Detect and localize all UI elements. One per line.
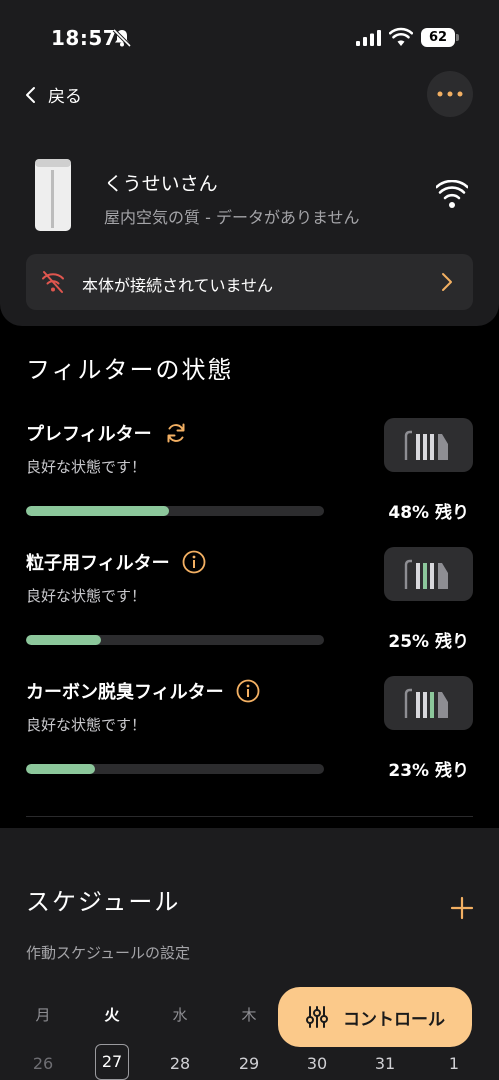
back-label: 戻る [48, 87, 82, 107]
device-name: くうせいさん [104, 173, 218, 195]
connection-warning-banner[interactable]: 本体が接続されていません [26, 254, 473, 310]
status-time: 18:57 [51, 26, 118, 50]
date-cell[interactable]: 31 [368, 1054, 402, 1073]
filter-name: 粒子用フィルター [26, 549, 206, 575]
back-button[interactable]: 戻る [24, 82, 82, 107]
filter-progress-bar [26, 506, 324, 516]
filter-thumbnail[interactable] [384, 418, 473, 472]
filter-thumbnail[interactable] [384, 676, 473, 730]
wifi-off-icon [42, 271, 64, 293]
date-cell[interactable]: 1 [437, 1054, 471, 1073]
connection-warning-text: 本体が接続されていません [82, 276, 274, 295]
more-options-button[interactable] [427, 71, 473, 117]
filter-remaining: 23% 残り [388, 761, 469, 781]
air-quality-status: 屋内空気の質 - データがありません [104, 208, 360, 227]
filter-layers-icon [404, 430, 448, 460]
date-cell[interactable]: 30 [300, 1054, 334, 1073]
section-divider [26, 816, 473, 817]
schedule-subtitle: 作動スケジュールの設定 [26, 944, 190, 962]
weekday-thu: 木 [241, 1006, 257, 1024]
control-button[interactable]: コントロール [278, 987, 472, 1047]
chevron-right-icon [442, 273, 452, 291]
add-schedule-button[interactable] [448, 894, 476, 922]
filter-pre: プレフィルター 良好な状態です！ 48% 残り [0, 418, 499, 540]
filter-status: 良好な状態です！ [26, 587, 147, 605]
filter-progress-bar [26, 764, 324, 774]
air-purifier-image [35, 159, 71, 231]
weekday-wed: 水 [172, 1006, 188, 1024]
filter-name-label: カーボン脱臭フィルター [26, 682, 224, 703]
filter-particle: 粒子用フィルター 良好な状態です！ 25% 残り [0, 547, 499, 669]
info-icon[interactable] [236, 679, 260, 703]
battery-indicator: 62 [421, 28, 459, 47]
wifi-status-icon [389, 27, 413, 46]
filter-layers-icon [404, 559, 448, 589]
filter-progress-bar [26, 635, 324, 645]
weekday-tue: 火 [104, 1006, 120, 1024]
status-bar: 18:57 62 [0, 0, 499, 60]
filter-progress-fill [26, 764, 95, 774]
wifi-icon [436, 180, 468, 208]
filter-progress-fill [26, 635, 101, 645]
filter-progress-fill [26, 506, 170, 516]
weekday-mon: 月 [35, 1006, 51, 1024]
date-cell[interactable]: 28 [163, 1054, 197, 1073]
filter-thumbnail[interactable] [384, 547, 473, 601]
filter-carbon: カーボン脱臭フィルター 良好な状態です！ 23% 残り [0, 676, 499, 798]
date-cell[interactable]: 29 [232, 1054, 266, 1073]
filter-layers-icon [404, 688, 448, 718]
refresh-icon[interactable] [164, 421, 188, 445]
more-dots-icon [437, 91, 463, 97]
filter-name: カーボン脱臭フィルター [26, 678, 260, 704]
filters-section-title: フィルターの状態 [26, 356, 234, 384]
info-icon[interactable] [182, 550, 206, 574]
device-header-card: 18:57 62 戻る くうせいさん 屋内空気の質 - データがありません 本体… [0, 0, 499, 326]
date-cell[interactable]: 26 [26, 1054, 60, 1073]
filter-remaining: 48% 残り [388, 503, 469, 523]
filter-name-label: 粒子用フィルター [26, 553, 170, 574]
cellular-signal-icon [356, 30, 381, 46]
filter-status: 良好な状態です！ [26, 716, 147, 734]
filter-status: 良好な状態です！ [26, 458, 147, 476]
filter-remaining: 25% 残り [388, 632, 469, 652]
control-button-label: コントロール [343, 1009, 445, 1030]
chevron-left-icon [26, 86, 35, 103]
filter-name: プレフィルター [26, 420, 188, 446]
sliders-icon [306, 1006, 328, 1028]
schedule-title: スケジュール [26, 888, 181, 916]
bell-off-icon [112, 28, 132, 48]
date-cell-selected[interactable]: 27 [95, 1044, 129, 1080]
filter-name-label: プレフィルター [26, 424, 152, 445]
